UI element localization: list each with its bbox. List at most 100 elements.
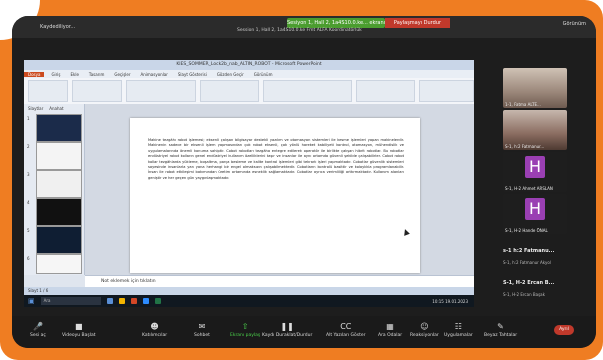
whiteboard-icon: ✎ [497, 321, 504, 331]
participant-name: S-1, h:2 Fatmanur... [505, 144, 545, 149]
thumb-tabs: Slaytlar Anahat [24, 104, 84, 112]
toolbar-label: Videoyu Başlat [62, 333, 96, 338]
ribbon-group[interactable] [355, 80, 416, 102]
tab-animations[interactable]: Animasyonlar [141, 72, 168, 77]
taskbar-search[interactable]: Ara [40, 297, 101, 305]
participants-button[interactable]: ☻ Katılımcılar [142, 322, 168, 339]
toolbar-label: Beyaz Tahtalar [484, 333, 518, 338]
ppt-ribbon [24, 78, 474, 105]
apps-icon: ☷ [454, 321, 462, 331]
windows-start-icon[interactable]: ▣ [28, 297, 35, 305]
slide-number: 5 [27, 228, 30, 233]
toolbar-label: Sohbet [194, 333, 210, 338]
tab-outline[interactable]: Anahat [49, 106, 63, 111]
tab-design[interactable]: Tasarım [89, 72, 104, 77]
microphone-icon: 🎤 [32, 321, 43, 331]
stop-share-button[interactable]: Paylaşmayı Durdur [385, 18, 450, 28]
reactions-icon: ☺ [420, 321, 429, 331]
chat-button[interactable]: ✉ Sohbet [194, 322, 210, 339]
windows-taskbar: ▣ Ara 10:15 19.01.2023 [24, 295, 474, 307]
participant-avatar-tile[interactable]: H S-1, H-2 Hande ÖNAL [503, 194, 567, 234]
slide-thumbnail[interactable] [36, 198, 82, 226]
taskbar-app-icon[interactable] [118, 298, 125, 304]
taskbar-app-icon[interactable] [154, 298, 161, 304]
tab-slides[interactable]: Slaytlar [28, 106, 43, 111]
participant-initial: H [525, 156, 545, 178]
tab-review[interactable]: Gözden Geçir [217, 72, 244, 77]
whiteboard-button[interactable]: ✎ Beyaz Tahtalar [484, 321, 518, 339]
participant-video-tile[interactable]: 1-1, Fatma ALTE... [503, 68, 567, 108]
ppt-status-bar: Slayt 1 / 6 [24, 287, 474, 295]
breakout-rooms-button[interactable]: ▦ Ara Odalar [378, 321, 403, 339]
tab-slideshow[interactable]: Slayt Gösterisi [178, 72, 207, 77]
participant-list-item[interactable]: S-1, h:2 Fatmanur Akyol [503, 258, 573, 268]
participant-name: 1-1, Fatma ALTE... [505, 102, 541, 107]
slide-thumbnail[interactable] [36, 170, 82, 198]
slide-thumbnail[interactable] [36, 114, 82, 142]
slide-editing-area: Makine tezgâhı robot işlemesi; eksenli ç… [85, 104, 474, 275]
zoom-toolbar: 🎤 Sesi aç ■ Videoyu Başlat ☻ Katılımcıla… [12, 316, 596, 348]
ribbon-group[interactable] [28, 80, 69, 102]
video-icon: ■ [74, 321, 83, 331]
ribbon-group[interactable] [126, 80, 196, 102]
toolbar-label: Reaksiyonlar [410, 333, 439, 338]
participant-list-item[interactable]: S-1, H-2 Ercan Başak [503, 290, 573, 300]
participant-avatar-tile[interactable]: H S-1, H-2 Ahmet ARSLAN [503, 152, 567, 192]
captions-icon: CC [340, 321, 352, 331]
unmute-button[interactable]: 🎤 Sesi aç [30, 321, 46, 339]
powerpoint-window: KIES_SOMMER_Lock2b_nab_ALTIN_ROBOT - Mic… [24, 60, 474, 295]
view-button[interactable]: Görünüm [563, 21, 586, 27]
toolbar-label: Kaydı Duraklat/Durdur [262, 333, 313, 338]
apps-button[interactable]: ☷ Uygulamalar [444, 321, 473, 339]
slide-number: 4 [27, 200, 30, 205]
taskbar-app-icon[interactable] [142, 298, 149, 304]
tab-transitions[interactable]: Geçişler [114, 72, 130, 77]
tab-insert[interactable]: Ekle [71, 72, 79, 77]
share-screen-icon: ⇧ [241, 321, 249, 331]
participant-name: S-1, H-2 Hande ÖNAL [505, 228, 548, 233]
ribbon-group[interactable] [199, 80, 260, 102]
breakout-rooms-icon: ▦ [386, 321, 394, 331]
slide-thumbnail[interactable] [36, 142, 82, 170]
share-screen-button[interactable]: ⇧ Ekranı paylaş [230, 321, 261, 339]
slide-number: 6 [27, 256, 30, 261]
toolbar-label: Alt Yazıları Göster [326, 333, 366, 338]
taskbar-app-icon[interactable] [106, 298, 113, 304]
toolbar-label: Katılımcılar [142, 333, 168, 338]
ribbon-group[interactable] [263, 80, 352, 102]
slide-number: 3 [27, 172, 30, 177]
tab-view[interactable]: Görünüm [254, 72, 273, 77]
slide-number: 1 [27, 116, 30, 121]
session-line: Session 1, Hall 2, 1a4S10.0.ke Fmt ALFA … [237, 28, 362, 33]
slide-thumbnail[interactable] [36, 254, 82, 274]
toolbar-label: Uygulamalar [444, 333, 473, 338]
ppt-title: KIES_SOMMER_Lock2b_nab_ALTIN_ROBOT - Mic… [24, 60, 474, 70]
ribbon-group[interactable] [419, 80, 474, 102]
toolbar-label: Ara Odalar [378, 333, 403, 338]
start-video-button[interactable]: ■ Videoyu Başlat [62, 321, 96, 339]
pause-record-button[interactable]: ❚❚ Kaydı Duraklat/Durdur [262, 321, 313, 339]
participant-name: S-1, H-2 Ahmet ARSLAN [505, 186, 553, 191]
pause-record-icon: ❚❚ [280, 321, 294, 331]
taskbar-app-icon[interactable] [130, 298, 137, 304]
participant-list-item[interactable]: s-1 h:2 Fatmanu... [503, 246, 573, 256]
captions-button[interactable]: CC Alt Yazıları Göster [326, 321, 366, 339]
leave-button[interactable]: Ayrıl [554, 325, 574, 335]
tab-home[interactable]: Giriş [51, 72, 60, 77]
notes-pane[interactable]: Not eklemek için tıklatın [85, 275, 474, 287]
tab-file[interactable]: Dosya [24, 71, 45, 77]
slide-thumbnails-pane: Slaytlar Anahat 1 2 3 4 5 6 [24, 104, 85, 275]
toolbar-label: Ekranı paylaş [230, 333, 261, 338]
current-slide[interactable]: Makine tezgâhı robot işlemesi; eksenli ç… [130, 118, 420, 273]
slide-thumbnail[interactable] [36, 226, 82, 254]
participant-video-tile[interactable]: S-1, h:2 Fatmanur... [503, 110, 567, 150]
slide-body-text[interactable]: Makine tezgâhı robot işlemesi; eksenli ç… [148, 138, 404, 181]
taskbar-clock: 10:15 19.01.2023 [432, 298, 468, 304]
participants-panel: 1-1, Fatma ALTE... S-1, h:2 Fatmanur... … [488, 60, 584, 310]
reactions-button[interactable]: ☺ Reaksiyonlar [410, 321, 439, 339]
window-title: Kaydediliyor... [40, 24, 76, 30]
ribbon-group[interactable] [72, 80, 123, 102]
share-banner: Sesiyon 1, Hall 2, 1a4S10.0.ke... ekranı… [287, 18, 385, 28]
participant-list-item[interactable]: S-1, H-2 Ercan B... [503, 278, 573, 288]
toolbar-label: Sesi aç [30, 333, 46, 338]
